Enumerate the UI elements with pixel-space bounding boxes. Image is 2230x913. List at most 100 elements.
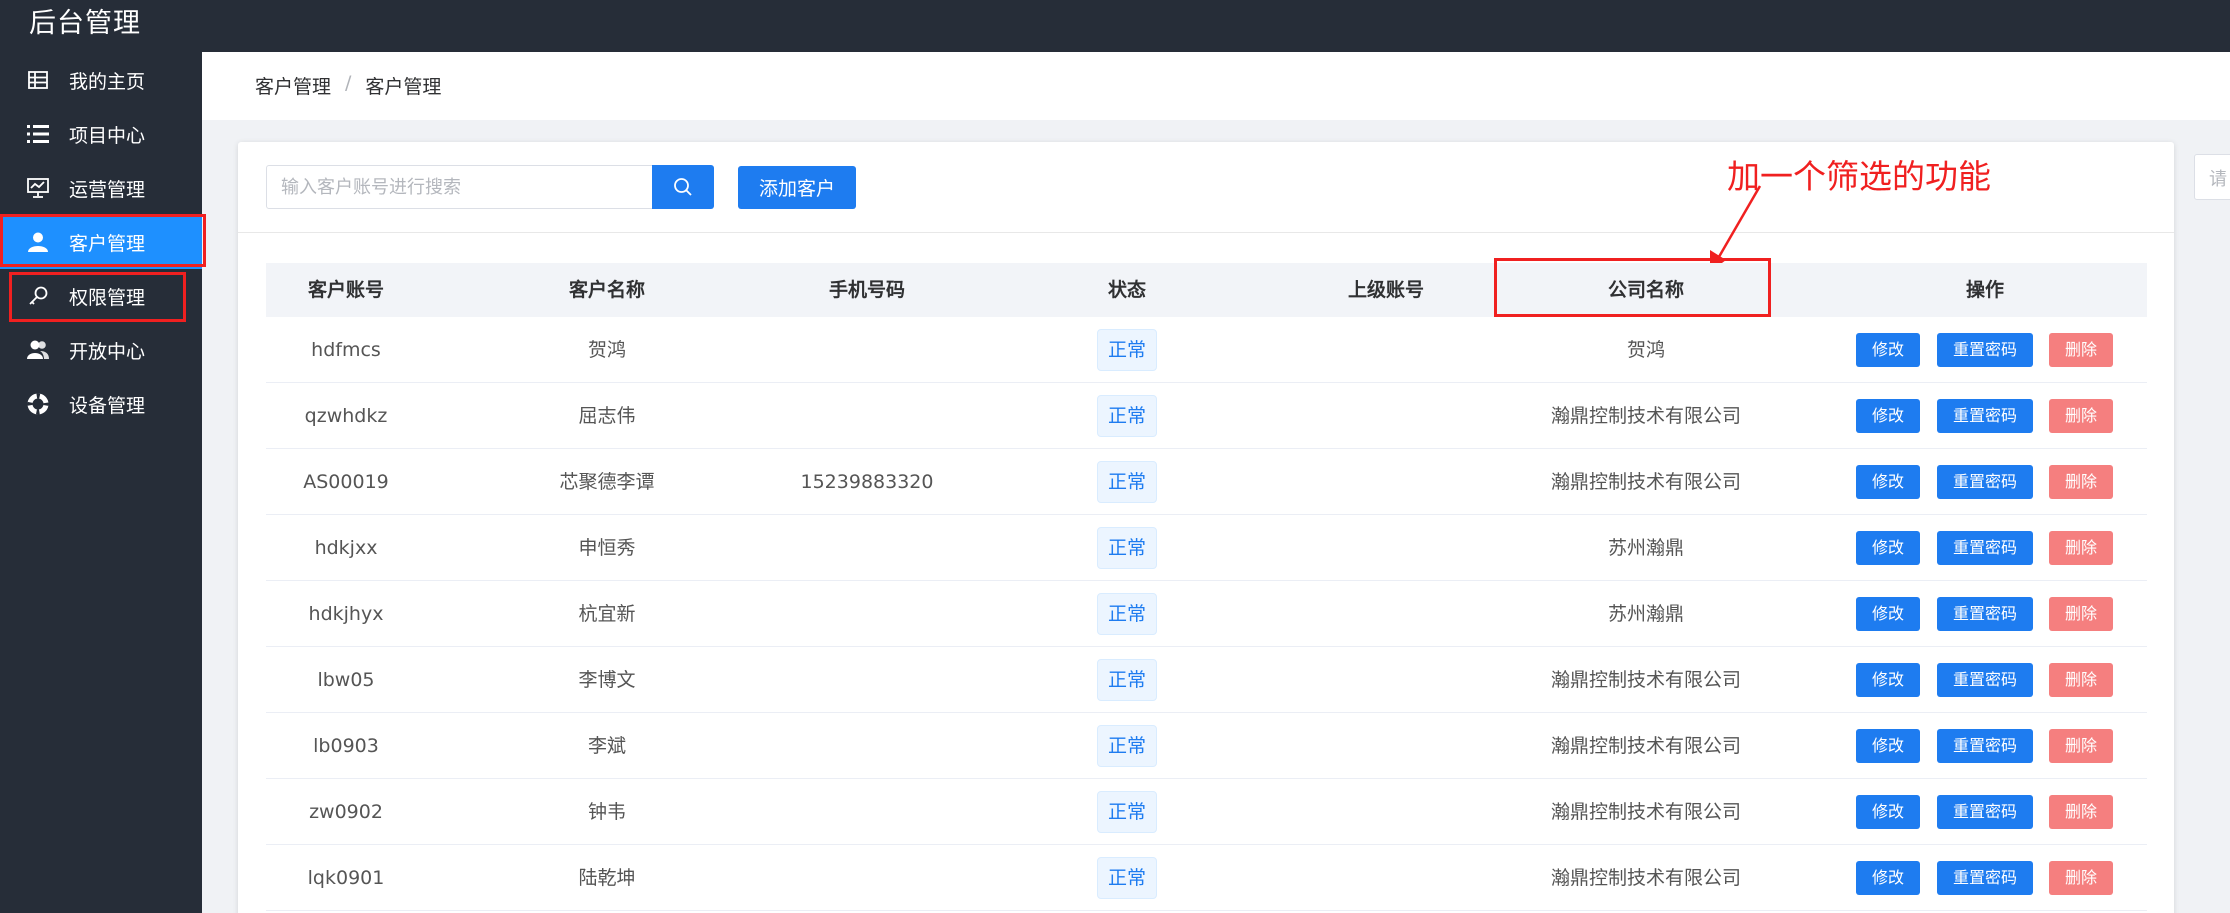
cell-company: 瀚鼎控制技术有限公司 [1550,669,1742,691]
reset-password-button[interactable]: 重置密码 [1937,333,2033,367]
breadcrumb-item-current: 客户管理 [365,76,442,98]
sidebar-item-label: 开放中心 [69,340,146,363]
highlight-box-permissions [9,272,186,322]
sidebar: 我的主页 项目中心 运营管理 客户管理 权限管理 开放中心 设备管理 [0,52,202,913]
edit-button[interactable]: 修改 [1856,729,1920,763]
edit-button[interactable]: 修改 [1856,333,1920,367]
reset-password-button[interactable]: 重置密码 [1937,531,2033,565]
cell-name: 申恒秀 [578,537,636,559]
column-header[interactable]: 状态 [1108,263,1146,317]
edit-button[interactable]: 修改 [1856,663,1920,697]
cell-name: 陆乾坤 [578,867,636,889]
edit-button[interactable]: 修改 [1856,597,1920,631]
column-header[interactable]: 上级账号 [1348,263,1424,317]
delete-button[interactable]: 删除 [2049,465,2113,499]
search-button[interactable] [652,165,714,209]
cell-name: 李博文 [578,669,636,691]
sidebar-item-label: 运营管理 [69,178,146,201]
lifebuoy-icon [24,390,52,418]
sidebar-item-home[interactable]: 我的主页 [0,53,202,107]
app-title: 后台管理 [29,8,141,39]
reset-password-button[interactable]: 重置密码 [1937,795,2033,829]
delete-button[interactable]: 删除 [2049,663,2113,697]
status-badge: 正常 [1097,461,1157,503]
delete-button[interactable]: 删除 [2049,795,2113,829]
right-filter-input[interactable]: 请 [2194,154,2230,200]
users-icon [24,336,52,364]
status-badge: 正常 [1097,395,1157,437]
table-row: AS00019 芯聚德李谭 15239883320 正常 瀚鼎控制技术有限公司 … [266,449,2147,515]
add-customer-button[interactable]: 添加客户 [738,166,856,209]
reset-password-button[interactable]: 重置密码 [1937,861,2033,895]
table-row: zw0902 钟韦 正常 瀚鼎控制技术有限公司 修改 重置密码 删除 [266,779,2147,845]
table-row: hdfmcs 贺鸿 正常 贺鸿 修改 重置密码 删除 [266,317,2147,383]
cell-account: hdkjhyx [308,603,384,625]
search-icon [674,178,692,196]
edit-button[interactable]: 修改 [1856,399,1920,433]
cell-account: lb0903 [313,735,379,757]
cell-account: hdfmcs [311,339,381,361]
breadcrumb-item[interactable]: 客户管理 [255,72,331,99]
highlight-box-company-column [1494,258,1771,317]
cell-name: 芯聚德李谭 [559,471,655,493]
column-header[interactable]: 客户账号 [308,263,384,317]
status-badge: 正常 [1097,329,1157,371]
cell-company: 苏州瀚鼎 [1607,537,1685,559]
table-row: hdkjhyx 杭宜新 正常 苏州瀚鼎 修改 重置密码 删除 [266,581,2147,647]
sidebar-item-label: 项目中心 [69,124,146,147]
sidebar-item-label: 我的主页 [69,70,146,93]
cell-account: AS00019 [303,471,389,493]
delete-button[interactable]: 删除 [2049,333,2113,367]
edit-button[interactable]: 修改 [1856,861,1920,895]
status-badge: 正常 [1097,725,1157,767]
sidebar-item-operations[interactable]: 运营管理 [0,161,202,215]
cell-company: 瀚鼎控制技术有限公司 [1550,867,1742,889]
column-header: 操作 [1965,279,2005,301]
table-row: qzwhdkz 屈志伟 正常 瀚鼎控制技术有限公司 修改 重置密码 删除 [266,383,2147,449]
delete-button[interactable]: 删除 [2049,531,2113,565]
cell-company: 贺鸿 [1626,339,1666,361]
table-row: lb0903 李斌 正常 瀚鼎控制技术有限公司 修改 重置密码 删除 [266,713,2147,779]
top-bar: 后台管理 [0,0,2230,52]
status-badge: 正常 [1097,593,1157,635]
delete-button[interactable]: 删除 [2049,729,2113,763]
sidebar-item-projects[interactable]: 项目中心 [0,107,202,161]
cell-account: qzwhdkz [304,405,388,427]
sidebar-item-devices[interactable]: 设备管理 [0,377,202,431]
delete-button[interactable]: 删除 [2049,861,2113,895]
column-header[interactable]: 手机号码 [829,263,905,317]
reset-password-button[interactable]: 重置密码 [1937,663,2033,697]
cell-account: hdkjxx [314,537,378,559]
cell-name: 贺鸿 [587,339,627,361]
sidebar-item-label: 设备管理 [69,394,146,417]
cell-account: lqk0901 [307,867,385,889]
edit-button[interactable]: 修改 [1856,795,1920,829]
reset-password-button[interactable]: 重置密码 [1937,399,2033,433]
column-header[interactable]: 客户名称 [569,263,645,317]
sidebar-item-open-center[interactable]: 开放中心 [0,323,202,377]
edit-button[interactable]: 修改 [1856,531,1920,565]
cell-company: 瀚鼎控制技术有限公司 [1550,735,1742,757]
delete-button[interactable]: 删除 [2049,597,2113,631]
cell-company: 瀚鼎控制技术有限公司 [1550,801,1742,823]
search-input[interactable] [266,165,653,209]
table-header: 客户账号 客户名称 手机号码 状态 上级账号 公司名称 操作 [266,263,2147,317]
edit-button[interactable]: 修改 [1856,465,1920,499]
status-badge: 正常 [1097,857,1157,899]
cell-name: 杭宜新 [578,603,636,625]
status-badge: 正常 [1097,791,1157,833]
cell-company: 瀚鼎控制技术有限公司 [1550,405,1742,427]
reset-password-button[interactable]: 重置密码 [1937,465,2033,499]
delete-button[interactable]: 删除 [2049,399,2113,433]
cell-account: lbw05 [317,669,375,691]
highlight-box-customers [0,214,206,267]
breadcrumb-separator: / [345,72,352,94]
status-badge: 正常 [1097,659,1157,701]
list-icon [24,120,52,148]
cell-phone: 15239883320 [800,471,934,493]
cell-name: 屈志伟 [578,405,636,427]
table-row: lbw05 李博文 正常 瀚鼎控制技术有限公司 修改 重置密码 删除 [266,647,2147,713]
reset-password-button[interactable]: 重置密码 [1937,597,2033,631]
status-badge: 正常 [1097,527,1157,569]
reset-password-button[interactable]: 重置密码 [1937,729,2033,763]
